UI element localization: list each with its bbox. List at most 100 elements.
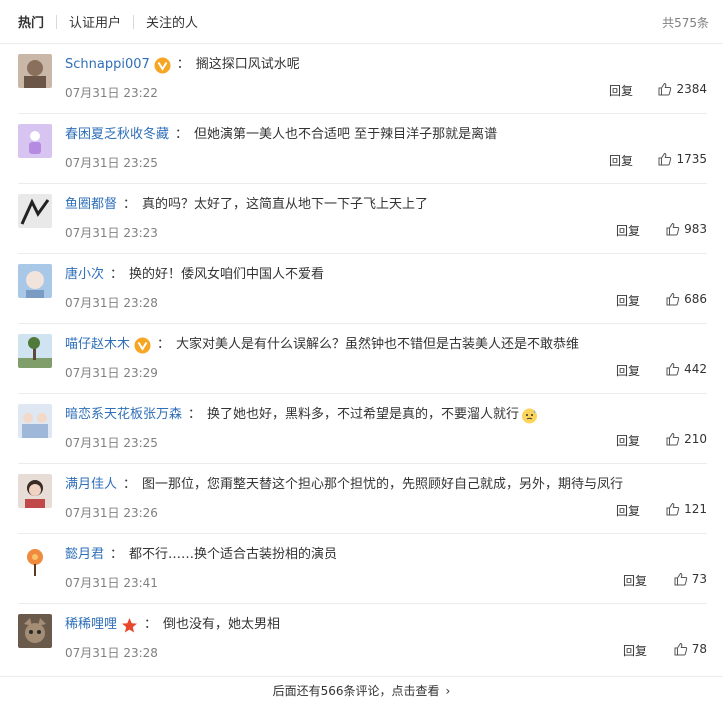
comment-line: 懿月君 ： 都不行……换个适合古装扮相的演员 — [65, 546, 337, 564]
username-link[interactable]: 稀稀哩哩 — [65, 616, 117, 634]
username-link[interactable]: 唐小次 — [65, 266, 104, 284]
colon-separator: ： — [123, 197, 137, 212]
colon-separator: ： — [123, 477, 137, 492]
comment-item: 暗恋系天花板张万森 ： 换了她也好，黑料多，不过希望是真的，不要溜人就行 07月… — [18, 394, 707, 464]
reply-button[interactable]: 回复 — [609, 152, 633, 169]
comment-line: 喵仔赵木木 ： 大家对美人是有什么误解么？虽然钟也不错但是古装美人还是不敢恭维 — [65, 336, 579, 354]
verified-badge-icon — [154, 57, 171, 74]
reply-button[interactable]: 回复 — [623, 572, 647, 589]
like-button[interactable]: 1735 — [658, 152, 707, 166]
chevron-right-icon: › — [445, 683, 451, 698]
avatar[interactable] — [18, 614, 52, 648]
comment-text: 真的吗？太好了，这简直从地下一下子飞上天上了 — [142, 197, 429, 212]
sweat-emoji-icon — [521, 407, 538, 424]
like-count: 442 — [684, 362, 707, 376]
comment-line: 稀稀哩哩 ： 倒也没有，她太男相 — [65, 616, 280, 634]
username-link[interactable]: 春困夏乏秋收冬藏 — [65, 126, 169, 144]
avatar[interactable] — [18, 334, 52, 368]
like-count: 73 — [691, 572, 707, 586]
thumbs-up-icon — [666, 432, 684, 446]
comment-line: 春困夏乏秋收冬藏 ： 但她演第一美人也不合适吧 至于辣目洋子那就是离谱 — [65, 126, 497, 144]
thumbs-up-icon — [658, 152, 676, 166]
like-count: 2384 — [676, 82, 707, 96]
comment-line: Schnappi007 ： 搁这探口风试水呢 — [65, 56, 300, 74]
avatar[interactable] — [18, 54, 52, 88]
like-button[interactable]: 442 — [666, 362, 707, 376]
like-count: 983 — [684, 222, 707, 236]
reply-button[interactable]: 回复 — [609, 82, 633, 99]
comment-line: 唐小次 ： 换的好！倭风女咱们中国人不爱看 — [65, 266, 324, 284]
comment-time: 07月31日 23:41 — [65, 576, 158, 590]
comment-text: 都不行……换个适合古装扮相的演员 — [129, 547, 338, 562]
username-link[interactable]: 懿月君 — [65, 546, 104, 564]
comment-text: 图一那位，您甭整天替这个担心那个担忧的，先照顾好自己就成，另外，期待与凤行 — [142, 477, 624, 492]
comment-time: 07月31日 23:26 — [65, 506, 158, 520]
like-count: 210 — [684, 432, 707, 446]
comment-time: 07月31日 23:23 — [65, 226, 158, 240]
colon-separator: ： — [157, 337, 171, 352]
colon-separator: ： — [110, 267, 124, 282]
avatar[interactable] — [18, 264, 52, 298]
username-link[interactable]: 鱼圈都督 — [65, 196, 117, 214]
tab-divider — [56, 14, 58, 29]
reply-button[interactable]: 回复 — [623, 642, 647, 659]
comment-text: 倒也没有，她太男相 — [163, 617, 281, 632]
comment-item: Schnappi007 ： 搁这探口风试水呢 07月31日 23:22 回复 2… — [18, 44, 707, 114]
comment-item: 鱼圈都督 ： 真的吗？太好了，这简直从地下一下子飞上天上了 07月31日 23:… — [18, 184, 707, 254]
load-more-label: 后面还有566条评论，点击查看 — [272, 684, 440, 698]
comment-time: 07月31日 23:22 — [65, 86, 158, 100]
like-button[interactable]: 210 — [666, 432, 707, 446]
avatar[interactable] — [18, 194, 52, 228]
colon-separator: ： — [176, 57, 190, 72]
avatar[interactable] — [18, 544, 52, 578]
like-button[interactable]: 78 — [674, 642, 707, 656]
reply-button[interactable]: 回复 — [616, 432, 640, 449]
reply-button[interactable]: 回复 — [616, 502, 640, 519]
reply-button[interactable]: 回复 — [616, 292, 640, 309]
avatar[interactable] — [18, 124, 52, 158]
comment-item: 满月佳人 ： 图一那位，您甭整天替这个担心那个担忧的，先照顾好自己就成，另外，期… — [18, 464, 707, 534]
like-count: 121 — [684, 502, 707, 516]
like-button[interactable]: 983 — [666, 222, 707, 236]
reply-button[interactable]: 回复 — [616, 222, 640, 239]
tab-hot[interactable]: 热门 — [18, 12, 44, 31]
comment-line: 鱼圈都督 ： 真的吗？太好了，这简直从地下一下子飞上天上了 — [65, 196, 428, 214]
comment-panel: 热门 认证用户 关注的人 共575条 Schnappi007 ： 搁这探口风试水… — [0, 0, 723, 704]
load-more-button[interactable]: 后面还有566条评论，点击查看 › — [0, 676, 723, 704]
username-link[interactable]: 满月佳人 — [65, 476, 117, 494]
avatar[interactable] — [18, 404, 52, 438]
comment-item: 春困夏乏秋收冬藏 ： 但她演第一美人也不合适吧 至于辣目洋子那就是离谱 07月3… — [18, 114, 707, 184]
comment-time: 07月31日 23:28 — [65, 296, 158, 310]
comment-time: 07月31日 23:25 — [65, 436, 158, 450]
like-button[interactable]: 121 — [666, 502, 707, 516]
username-link[interactable]: 喵仔赵木木 — [65, 336, 130, 354]
avatar[interactable] — [18, 474, 52, 508]
tab-verified[interactable]: 认证用户 — [69, 12, 121, 31]
username-link[interactable]: 暗恋系天花板张万森 — [65, 406, 182, 424]
tab-following[interactable]: 关注的人 — [146, 12, 198, 31]
like-button[interactable]: 2384 — [658, 82, 707, 96]
comment-text: 换了她也好，黑料多，不过希望是真的，不要溜人就行 — [207, 407, 520, 422]
comment-text: 换的好！倭风女咱们中国人不爱看 — [129, 267, 325, 282]
comment-item: 懿月君 ： 都不行……换个适合古装扮相的演员 07月31日 23:41 回复 7… — [18, 534, 707, 604]
verified-badge-icon — [134, 337, 151, 354]
username-link[interactable]: Schnappi007 — [65, 56, 150, 74]
like-count: 1735 — [676, 152, 707, 166]
comment-text: 但她演第一美人也不合适吧 至于辣目洋子那就是离谱 — [194, 127, 498, 142]
like-button[interactable]: 73 — [674, 572, 707, 586]
comment-item: 喵仔赵木木 ： 大家对美人是有什么误解么？虽然钟也不错但是古装美人还是不敢恭维 … — [18, 324, 707, 394]
comment-list: Schnappi007 ： 搁这探口风试水呢 07月31日 23:22 回复 2… — [0, 44, 723, 674]
reply-button[interactable]: 回复 — [616, 362, 640, 379]
like-count: 78 — [691, 642, 707, 656]
colon-separator: ： — [110, 547, 124, 562]
comment-time: 07月31日 23:28 — [65, 646, 158, 660]
thumbs-up-icon — [658, 82, 676, 96]
comment-time: 07月31日 23:25 — [65, 156, 158, 170]
colon-separator: ： — [175, 127, 189, 142]
colon-separator: ： — [188, 407, 202, 422]
thumbs-up-icon — [666, 362, 684, 376]
comment-line: 满月佳人 ： 图一那位，您甭整天替这个担心那个担忧的，先照顾好自己就成，另外，期… — [65, 476, 623, 494]
comment-time: 07月31日 23:29 — [65, 366, 158, 380]
like-button[interactable]: 686 — [666, 292, 707, 306]
thumbs-up-icon — [666, 222, 684, 236]
